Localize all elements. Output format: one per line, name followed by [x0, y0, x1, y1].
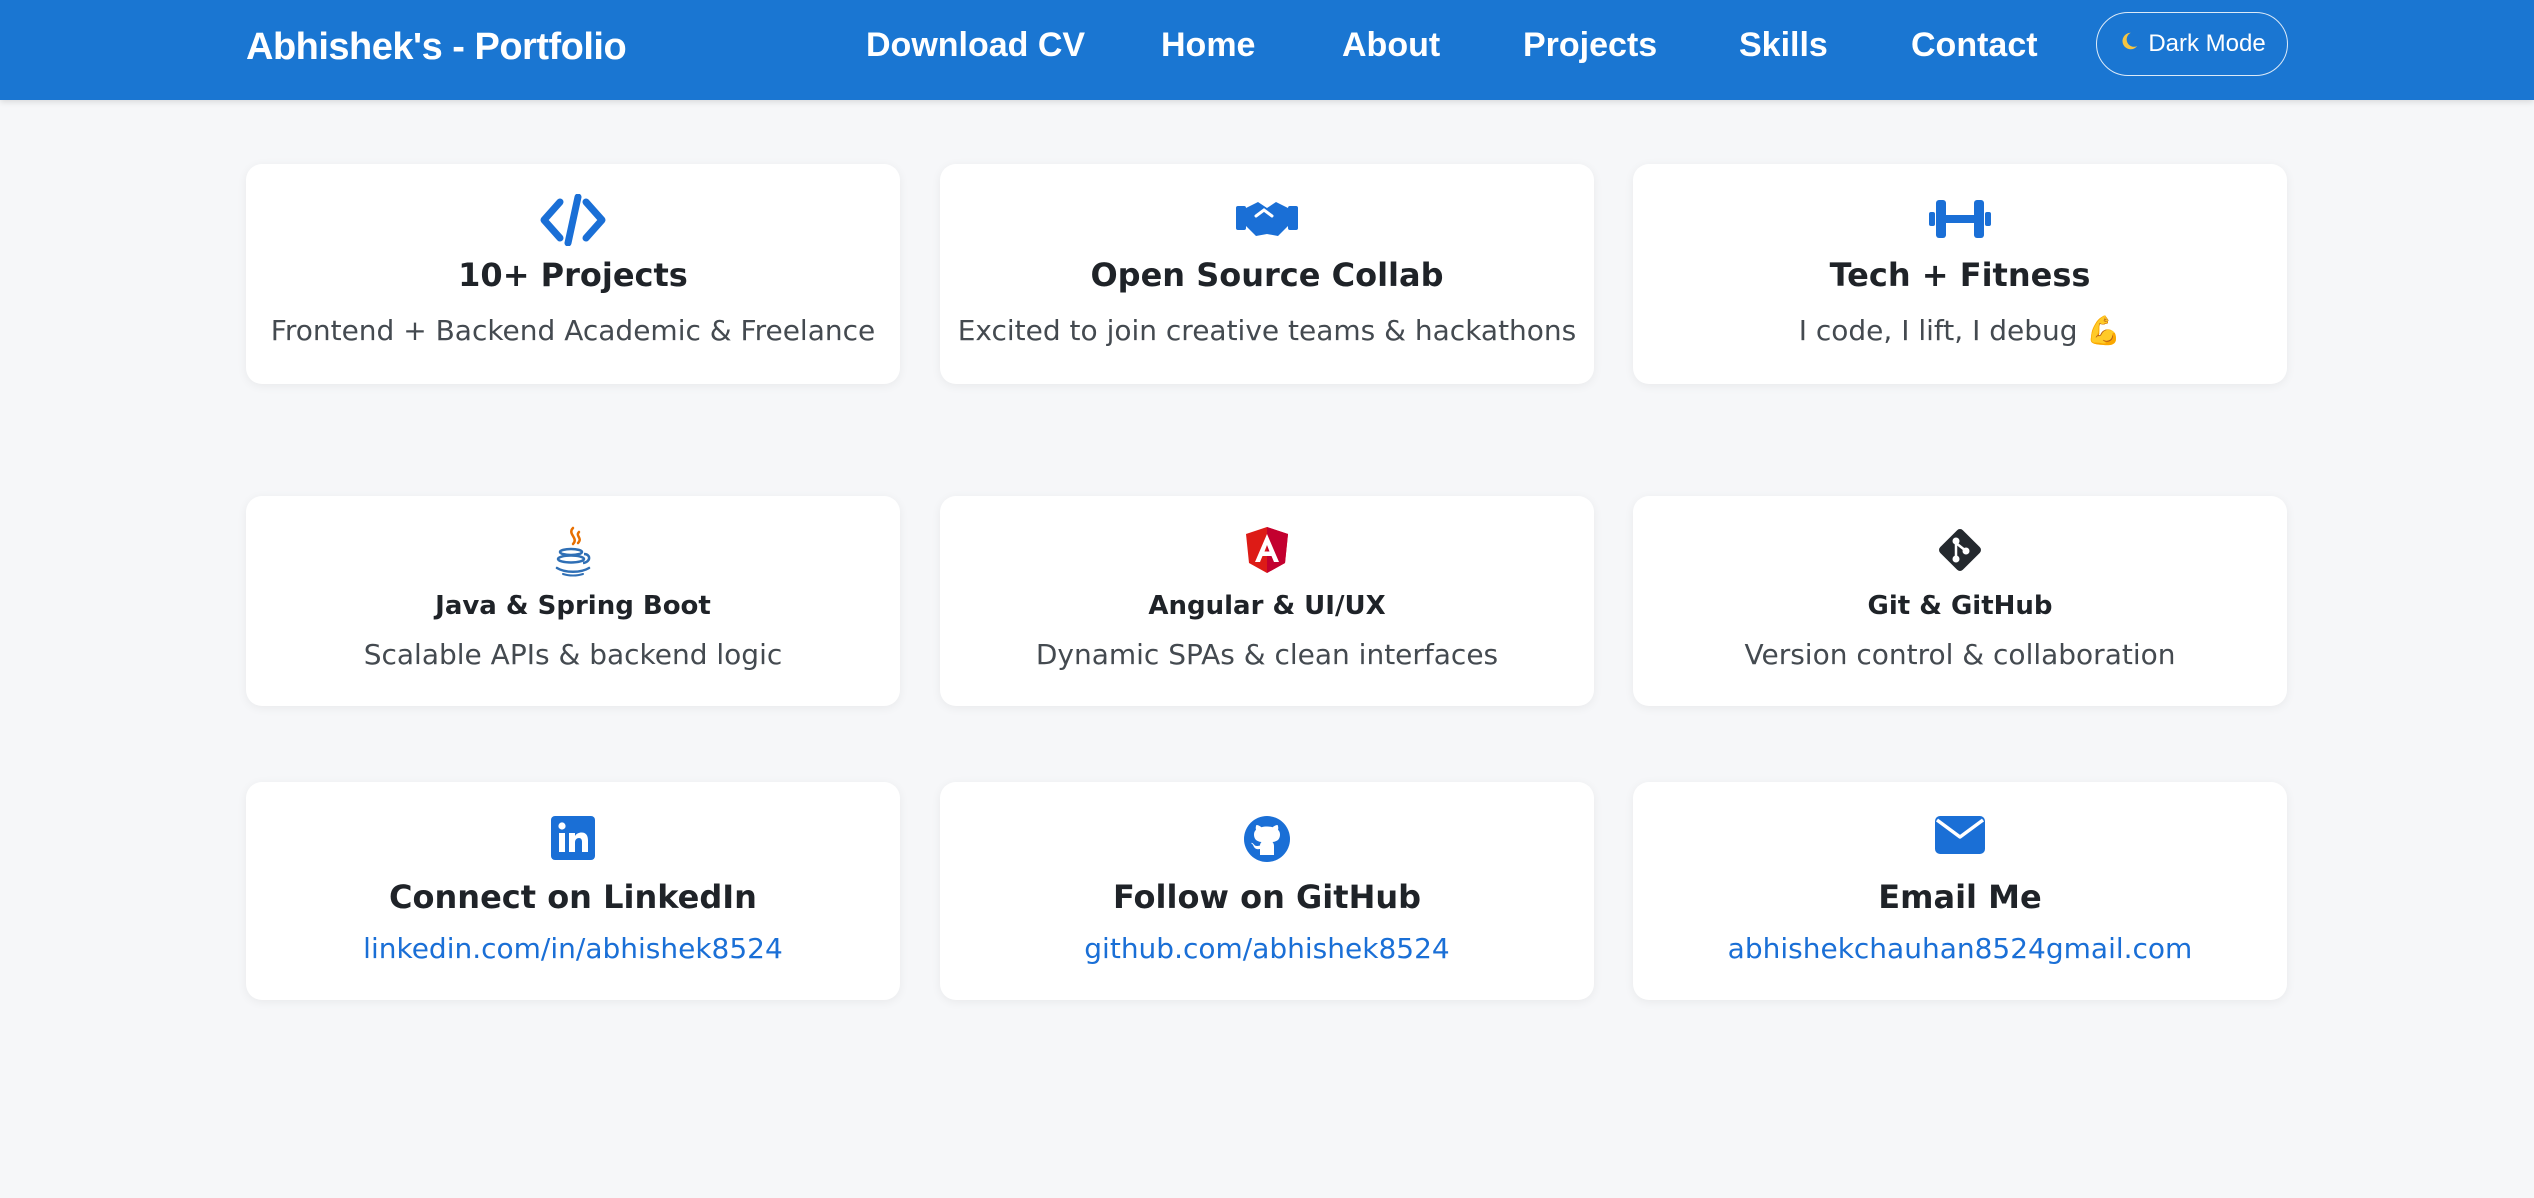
handshake-icon: [940, 194, 1594, 242]
skill-title: Angular & UI/UX: [1148, 591, 1386, 621]
contact-card-github: Follow on GitHub github.com/abhishek8524: [940, 782, 1594, 1000]
code-icon: [246, 194, 900, 246]
skill-desc: Scalable APIs & backend logic: [363, 638, 783, 671]
github-link[interactable]: github.com/abhishek8524: [940, 932, 1594, 965]
skill-title: Git & GitHub: [1867, 591, 2053, 621]
email-icon: [1633, 815, 2287, 855]
contact-card-email: Email Me abhishekchauhan8524gmail.com: [1633, 782, 2287, 1000]
skill-card-git: Git & GitHub Version control & collabora…: [1633, 496, 2287, 706]
highlight-title: Tech + Fitness: [1829, 256, 2091, 294]
nav-link-download-cv[interactable]: Download CV: [866, 26, 1085, 65]
email-link[interactable]: abhishekchauhan8524gmail.com: [1633, 932, 2287, 965]
linkedin-link[interactable]: linkedin.com/in/abhishek8524: [246, 932, 900, 965]
skill-card-java: Java & Spring Boot Scalable APIs & backe…: [246, 496, 900, 706]
highlight-desc: Frontend + Backend Academic & Freelance: [270, 314, 876, 347]
dark-mode-button[interactable]: Dark Mode: [2096, 12, 2288, 76]
highlight-title: Open Source Collab: [1090, 256, 1444, 294]
highlight-card-open-source: Open Source Collab Excited to join creat…: [940, 164, 1594, 384]
contact-title: Email Me: [1878, 878, 2042, 916]
crescent-moon-icon: [2118, 30, 2140, 59]
angular-icon: [940, 526, 1594, 574]
skill-desc: Version control & collaboration: [1744, 638, 2176, 671]
highlight-card-projects: 10+ Projects Frontend + Backend Academic…: [246, 164, 900, 384]
git-icon: [1633, 526, 2287, 574]
skill-desc: Dynamic SPAs & clean interfaces: [1035, 638, 1499, 671]
dumbbell-icon: [1633, 194, 2287, 244]
highlight-title: 10+ Projects: [458, 256, 688, 294]
nav-link-projects[interactable]: Projects: [1523, 26, 1657, 65]
skill-card-angular: Angular & UI/UX Dynamic SPAs & clean int…: [940, 496, 1594, 706]
contact-title: Follow on GitHub: [1112, 878, 1422, 916]
brand-logo[interactable]: Abhishek's - Portfolio: [246, 26, 627, 69]
java-icon: [246, 526, 900, 578]
highlight-desc: I code, I lift, I debug 💪: [1798, 314, 2122, 347]
linkedin-icon: [246, 815, 900, 861]
nav-link-home[interactable]: Home: [1161, 26, 1255, 65]
highlight-card-fitness: Tech + Fitness I code, I lift, I debug 💪: [1633, 164, 2287, 384]
contact-card-linkedin: Connect on LinkedIn linkedin.com/in/abhi…: [246, 782, 900, 1000]
skill-title: Java & Spring Boot: [435, 591, 711, 621]
contact-title: Connect on LinkedIn: [389, 878, 757, 916]
nav-link-skills[interactable]: Skills: [1739, 26, 1828, 65]
dark-mode-label: Dark Mode: [2148, 30, 2266, 57]
github-icon: [940, 815, 1594, 863]
navbar: Abhishek's - Portfolio Download CV Home …: [0, 0, 2534, 100]
highlight-desc: Excited to join creative teams & hackath…: [957, 314, 1577, 347]
nav-link-contact[interactable]: Contact: [1911, 26, 2038, 65]
nav-link-about[interactable]: About: [1342, 26, 1440, 65]
